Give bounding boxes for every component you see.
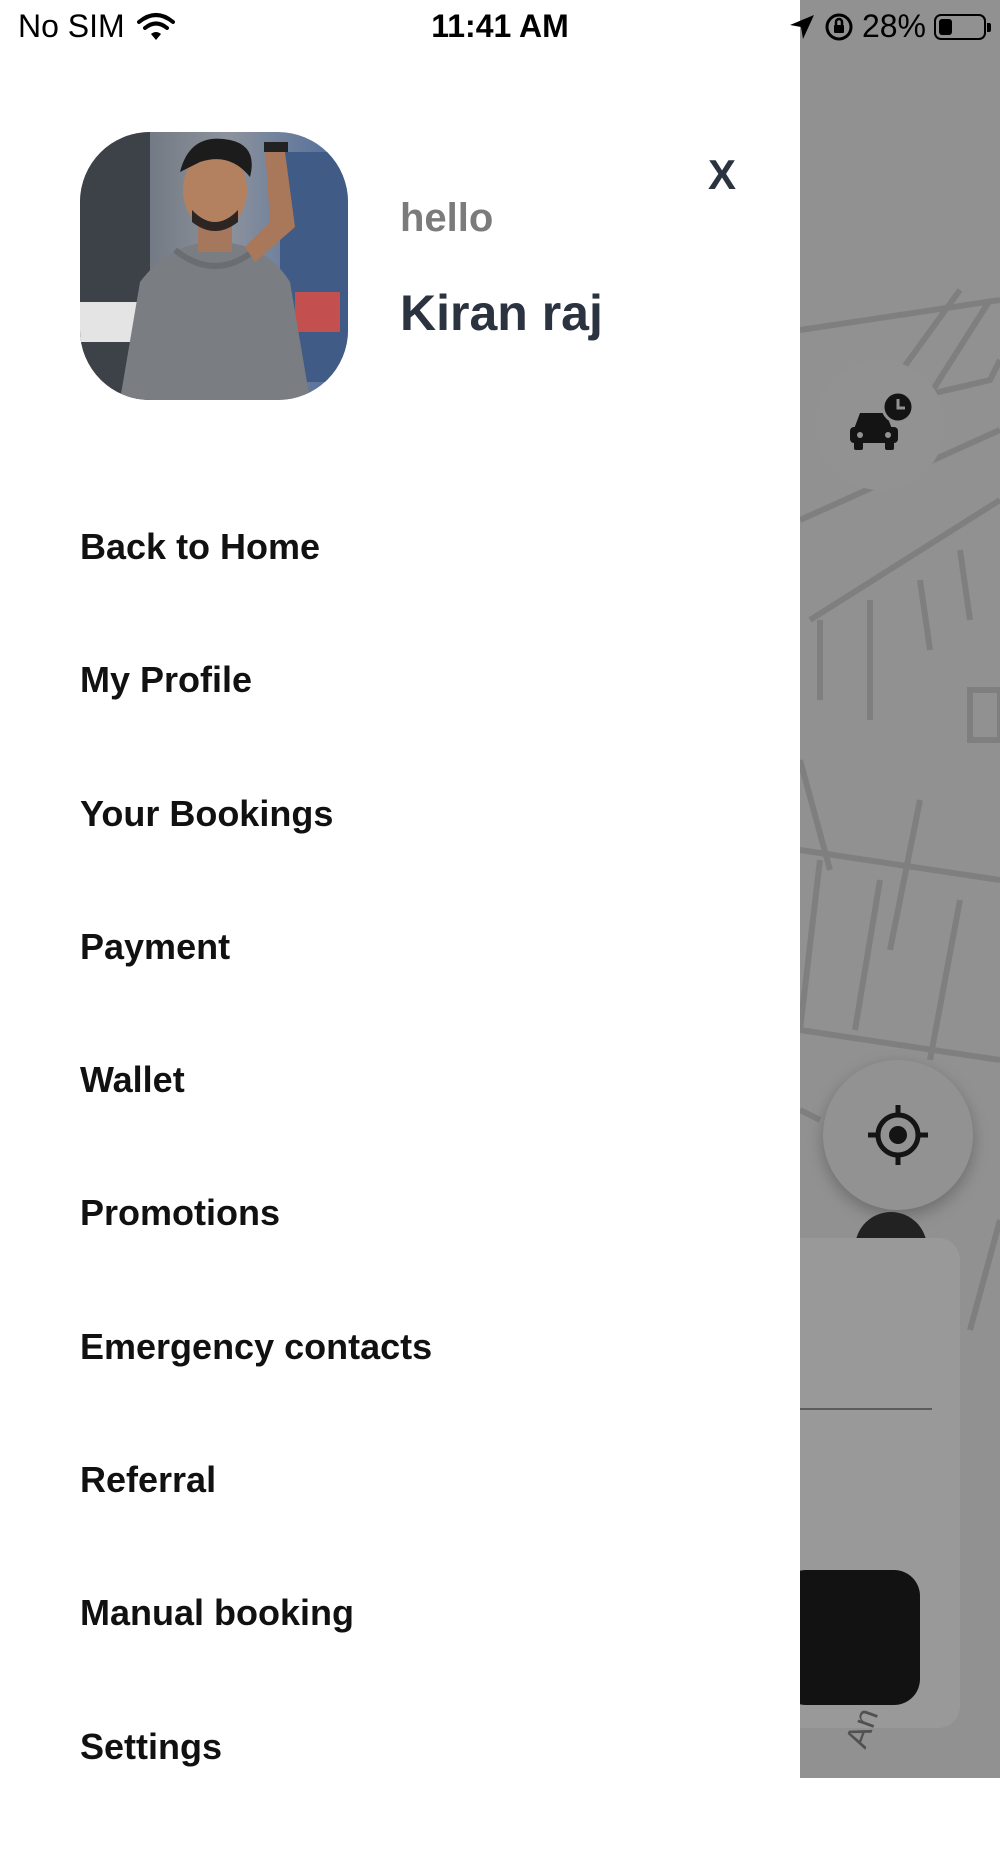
menu-item-promotions[interactable]: Promotions [80,1186,432,1319]
location-arrow-icon [789,14,814,39]
menu-item-your-bookings[interactable]: Your Bookings [80,787,432,920]
menu-item-back-to-home[interactable]: Back to Home [80,520,432,653]
profile-photo [80,132,348,400]
close-button[interactable]: X [700,150,744,200]
orientation-lock-icon [825,13,853,40]
status-right: 28% [788,8,991,45]
greeting-text: hello [400,196,494,240]
menu-item-manual-booking[interactable]: Manual booking [80,1586,432,1719]
side-drawer: X hello Kiran raj Back to Home My Profil… [0,0,800,1778]
menu-item-settings[interactable]: Settings [80,1720,432,1853]
menu-item-my-profile[interactable]: My Profile [80,653,432,786]
menu-item-referral[interactable]: Referral [80,1453,432,1586]
menu-item-payment[interactable]: Payment [80,920,432,1053]
menu-item-wallet[interactable]: Wallet [80,1053,432,1186]
battery-icon [934,13,991,40]
drawer-menu: Back to Home My Profile Your Bookings Pa… [80,520,432,1853]
battery-percent: 28% [861,8,926,44]
avatar[interactable] [80,132,348,400]
status-bar: No SIM 11:41 AM 28% [0,0,1000,56]
battery-level [939,18,953,35]
user-name: Kiran raj [400,285,603,341]
menu-item-emergency-contacts[interactable]: Emergency contacts [80,1320,432,1453]
